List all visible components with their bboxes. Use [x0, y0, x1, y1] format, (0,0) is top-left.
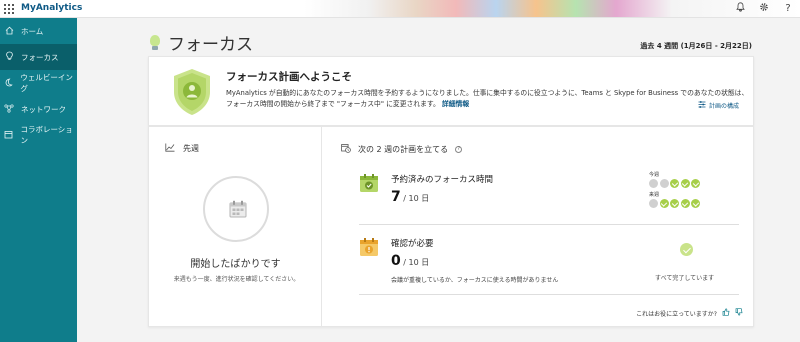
last-week-header: 先週 — [165, 143, 199, 154]
learn-more-link[interactable]: 詳細情報 — [442, 100, 469, 108]
sidebar-item-home[interactable]: ホーム — [0, 18, 77, 44]
configure-plan-link[interactable]: 計画の構成 — [698, 101, 739, 110]
app-launcher-icon[interactable] — [4, 4, 14, 14]
main-card: 先週 開始したばかりです 来週もう一度、進行状況を確認してください。 次の 2 … — [148, 126, 754, 327]
welcome-description: MyAnalytics が自動的にあなたのフォーカス時間を予約するようになりまし… — [226, 89, 749, 108]
top-bar: MyAnalytics ? — [0, 0, 800, 18]
home-icon — [4, 26, 14, 37]
help-icon[interactable]: ? — [782, 2, 794, 17]
gear-icon[interactable] — [758, 2, 770, 17]
needs-check-note: 会議が重複しているか、フォーカスに使える時間がありません — [391, 277, 559, 284]
sidebar-item-wellbeing[interactable]: ウェルビーイング — [0, 70, 77, 96]
last-week-panel: 先週 開始したばかりです 来週もう一度、進行状況を確認してください。 — [149, 127, 322, 326]
plan-header: 次の 2 週の計画を立てる ? — [341, 143, 463, 155]
calendar-check-icon — [359, 173, 379, 193]
welcome-text: MyAnalytics が自動的にあなたのフォーカス時間を予約するようになりまし… — [226, 88, 751, 110]
next-week-label: 来週 — [649, 192, 660, 198]
welcome-card: フォーカス計画へようこそ MyAnalytics が自動的にあなたのフォーカス時… — [148, 56, 754, 126]
sidebar-item-network[interactable]: ネットワーク — [0, 96, 77, 122]
next-week-day-dot-done — [670, 199, 679, 208]
app-title[interactable]: MyAnalytics — [21, 3, 82, 13]
focus-shield-icon — [171, 67, 213, 117]
page-header: フォーカス — [148, 30, 253, 55]
this-week-day-dot-done — [691, 179, 700, 188]
empty-state-circle — [203, 176, 269, 242]
thumbs-up-icon[interactable] — [722, 308, 730, 318]
network-icon — [4, 103, 14, 115]
bell-icon[interactable] — [734, 2, 746, 17]
empty-state-note: 来週もう一度、進行状況を確認してください。 — [173, 276, 300, 283]
calendar-icon — [4, 130, 13, 141]
sidebar-item-label: ホーム — [21, 26, 44, 36]
this-week-day-dot-pending — [659, 179, 669, 188]
next-week-day-dot-done — [691, 199, 700, 208]
date-range: 過去 4 週間 (1月26日 - 2月22日) — [640, 42, 752, 50]
sidebar-item-label: ネットワーク — [21, 104, 66, 114]
reserved-count-value: 7 — [391, 189, 401, 205]
calendar-icon — [229, 200, 247, 218]
next-week-day-dot-pending — [649, 199, 658, 208]
settings-list-icon — [698, 101, 706, 110]
reserved-focus-count: 7 / 10 日 — [391, 189, 429, 205]
plan-panel: 次の 2 週の計画を立てる ? 予約済みのフォーカス時間 7 / 10 日 今週 — [323, 127, 753, 326]
sidebar: ホーム フォーカス ウェルビーイング ネットワーク コラボレーション — [0, 18, 77, 342]
reserved-count-denominator: / 10 日 — [400, 194, 430, 203]
trend-chart-icon — [165, 143, 175, 154]
needs-check-value: 0 — [391, 253, 401, 269]
lightbulb-icon — [4, 51, 14, 63]
needs-check-row: 確認が必要 0 / 10 日 会議が重複しているか、フォーカスに使える時間があり… — [359, 235, 739, 295]
moon-icon — [4, 77, 13, 89]
empty-state-title: 開始したばかりです — [190, 259, 281, 270]
configure-plan-label: 計画の構成 — [708, 103, 739, 110]
this-week-day-dot-done — [680, 179, 690, 188]
plan-heading: 次の 2 週の計画を立てる — [358, 144, 449, 154]
week-progress: 今週 来週 — [649, 171, 700, 211]
calendar-alert-icon — [359, 237, 379, 257]
needs-check-denominator: / 10 日 — [400, 258, 430, 267]
next-week-dots — [649, 199, 700, 208]
sidebar-item-collaboration[interactable]: コラボレーション — [0, 122, 77, 148]
needs-check-title: 確認が必要 — [391, 239, 434, 249]
sidebar-item-label: コラボレーション — [20, 125, 73, 145]
needs-check-count: 0 / 10 日 — [391, 253, 429, 269]
reserved-focus-title: 予約済みのフォーカス時間 — [391, 175, 494, 185]
lightbulb-icon — [148, 34, 162, 52]
next-week-day-dot-done — [680, 199, 690, 208]
thumbs-down-icon[interactable] — [735, 308, 743, 318]
this-week-day-dot-done — [670, 179, 679, 188]
sidebar-item-label: ウェルビーイング — [20, 73, 73, 93]
page-title: フォーカス — [168, 35, 253, 55]
welcome-title: フォーカス計画へようこそ — [226, 71, 352, 83]
all-done-label: すべて完了しています — [655, 275, 715, 282]
feedback-bar: これはお役に立っていますか? — [636, 308, 743, 318]
top-bar-icons: ? — [734, 2, 794, 17]
feedback-question: これはお役に立っていますか? — [636, 310, 717, 318]
last-week-heading: 先週 — [183, 144, 199, 153]
info-icon[interactable]: ? — [455, 145, 463, 153]
this-week-dots — [649, 179, 700, 188]
this-week-label: 今週 — [649, 172, 660, 178]
this-week-day-dot-pending — [649, 179, 658, 188]
calendar-clock-icon — [341, 143, 351, 155]
sidebar-item-label: フォーカス — [21, 52, 59, 62]
check-badge-icon — [680, 243, 693, 256]
sidebar-item-focus[interactable]: フォーカス — [0, 44, 77, 70]
next-week-day-dot-done — [659, 199, 669, 208]
reserved-focus-row: 予約済みのフォーカス時間 7 / 10 日 今週 来週 — [359, 171, 739, 225]
